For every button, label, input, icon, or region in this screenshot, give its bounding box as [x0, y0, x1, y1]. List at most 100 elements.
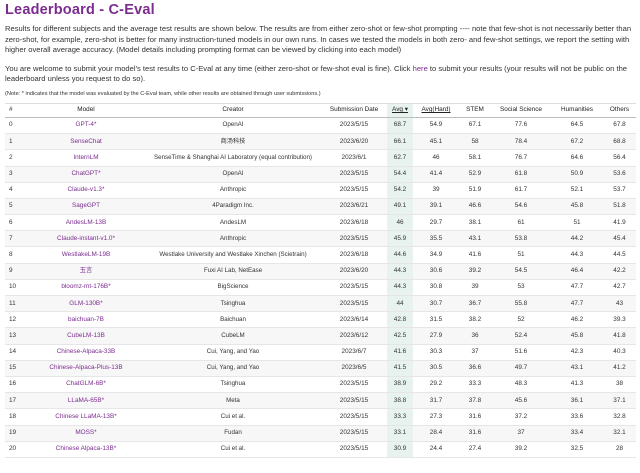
- cell-model-link[interactable]: ChatGPT*: [27, 166, 145, 183]
- cell-submission-date: 2023/6/20: [321, 263, 387, 280]
- cell-avg-hard: 28.4: [413, 425, 459, 442]
- cell-avg-hard: 54.9: [413, 117, 459, 135]
- cell-avg-hard: 30.6: [413, 263, 459, 280]
- cell-index: 4: [5, 182, 27, 199]
- cell-model-link[interactable]: 玉言: [27, 263, 145, 280]
- cell-model-link[interactable]: GLM-130B*: [27, 295, 145, 313]
- cell-index: 14: [5, 344, 27, 361]
- cell-creator: Cui et al.: [145, 441, 321, 458]
- cell-social-science: 76.7: [491, 149, 551, 167]
- submit-link[interactable]: here: [413, 64, 428, 73]
- cell-index: 19: [5, 425, 27, 442]
- cell-stem: 37.8: [459, 392, 491, 410]
- header-avg-sort[interactable]: Avg ▾: [387, 102, 413, 118]
- cell-others: 42.7: [603, 279, 636, 297]
- cell-submission-date: 2023/6/7: [321, 344, 387, 361]
- cell-index: 0: [5, 117, 27, 135]
- cell-model-link[interactable]: SenseChat: [27, 133, 145, 151]
- cell-model-link[interactable]: LLaMA-65B*: [27, 392, 145, 410]
- cell-model-link[interactable]: AndesLM-13B: [27, 214, 145, 232]
- cell-avg: 45.9: [387, 230, 413, 248]
- cell-stem: 31.6: [459, 425, 491, 442]
- cell-others: 53.7: [603, 182, 636, 199]
- cell-social-science: 52: [491, 311, 551, 329]
- cell-creator: Tsinghua: [145, 295, 321, 313]
- cell-model-link[interactable]: SageGPT: [27, 198, 145, 216]
- cell-index: 16: [5, 376, 27, 394]
- cell-submission-date: 2023/6/5: [321, 360, 387, 377]
- cell-model-link[interactable]: Chinese LLaMA-13B*: [27, 408, 145, 426]
- cell-stem: 39.2: [459, 263, 491, 280]
- cell-avg: 41.5: [387, 360, 413, 377]
- cell-humanities: 46.4: [551, 263, 603, 280]
- cell-model-link[interactable]: Chinese Alpaca-13B*: [27, 441, 145, 458]
- cell-social-science: 39.2: [491, 441, 551, 458]
- cell-humanities: 44.3: [551, 246, 603, 264]
- cell-index: 15: [5, 360, 27, 377]
- cell-model-link[interactable]: MOSS*: [27, 425, 145, 442]
- cell-social-science: 51.6: [491, 344, 551, 361]
- submit-text-before: You are welcome to submit your model's t…: [5, 63, 413, 73]
- header-stem: STEM: [459, 102, 491, 118]
- table-row: 15 Chinese-Alpaca-Plus-13B Cui, Yang, and …: [5, 360, 636, 377]
- cell-others: 44.5: [603, 246, 636, 264]
- cell-avg: 44: [387, 295, 413, 313]
- cell-social-science: 61.7: [491, 182, 551, 199]
- table-row: 0 GPT-4* OpenAI 2023/5/15 68.7 54.9 67.1 77.6 64…: [5, 117, 636, 135]
- cell-index: 20: [5, 441, 27, 458]
- table-row: 11 GLM-130B* Tsinghua 2023/5/15 44 30.7 36.7 55…: [5, 295, 636, 313]
- cell-stem: 36.7: [459, 295, 491, 313]
- cell-humanities: 67.2: [551, 133, 603, 151]
- cell-model-link[interactable]: Claude-v1.3*: [27, 182, 145, 199]
- cell-humanities: 43.1: [551, 360, 603, 377]
- cell-submission-date: 2023/5/15: [321, 392, 387, 410]
- cell-index: 8: [5, 246, 27, 264]
- cell-others: 53.6: [603, 166, 636, 183]
- table-row: 1 SenseChat 商汤科技 2023/6/20 66.1 45.1 58 78.4 67.…: [5, 133, 636, 151]
- cell-model-link[interactable]: WestlakeLM-19B: [27, 246, 145, 264]
- header-avg-hard-sort[interactable]: Avg(Hard): [413, 102, 459, 118]
- cell-stem: 67.1: [459, 117, 491, 135]
- cell-others: 32.8: [603, 408, 636, 426]
- page-title: Leaderboard - C-Eval: [5, 2, 155, 18]
- cell-creator: Cui, Yang, and Yao: [145, 344, 321, 361]
- cell-index: 7: [5, 230, 27, 248]
- cell-model-link[interactable]: Chinese-Alpaca-Plus-13B: [27, 360, 145, 377]
- cell-index: 18: [5, 408, 27, 426]
- cell-index: 5: [5, 198, 27, 216]
- cell-model-link[interactable]: GPT-4*: [27, 117, 145, 135]
- cell-stem: 58.1: [459, 149, 491, 167]
- cell-model-link[interactable]: CubeLM-13B: [27, 327, 145, 345]
- cell-submission-date: 2023/6/21: [321, 198, 387, 216]
- cell-social-science: 51: [491, 246, 551, 264]
- table-row: 19 MOSS* Fudan 2023/5/15 33.1 28.4 31.6 37 33.4 3…: [5, 425, 636, 442]
- cell-avg-hard: 31.5: [413, 311, 459, 329]
- cell-model-link[interactable]: ChatGLM-6B*: [27, 376, 145, 394]
- cell-avg-hard: 34.9: [413, 246, 459, 264]
- cell-avg-hard: 46: [413, 149, 459, 167]
- cell-model-link[interactable]: InternLM: [27, 149, 145, 167]
- cell-social-science: 61: [491, 214, 551, 232]
- table-body: 0 GPT-4* OpenAI 2023/5/15 68.7 54.9 67.1 77.6 64…: [5, 117, 636, 458]
- cell-avg-hard: 41.4: [413, 166, 459, 183]
- cell-others: 28: [603, 441, 636, 458]
- cell-model-link[interactable]: baichuan-7B: [27, 311, 145, 329]
- cell-creator: Anthropic: [145, 230, 321, 248]
- cell-model-link[interactable]: Claude-instant-v1.0*: [27, 230, 145, 248]
- cell-model-link[interactable]: Chinese-Alpaca-33B: [27, 344, 145, 361]
- header-others: Others: [603, 102, 636, 118]
- cell-social-science: 61.8: [491, 166, 551, 183]
- table-header-row: # Model Creator Submission Date Avg ▾ Av…: [5, 102, 636, 118]
- cell-avg: 30.9: [387, 441, 413, 458]
- cell-avg-hard: 39: [413, 182, 459, 199]
- cell-submission-date: 2023/5/15: [321, 279, 387, 297]
- cell-creator: Meta: [145, 392, 321, 410]
- cell-submission-date: 2023/5/15: [321, 166, 387, 183]
- cell-index: 13: [5, 327, 27, 345]
- cell-avg: 44.6: [387, 246, 413, 264]
- cell-submission-date: 2023/5/15: [321, 117, 387, 135]
- cell-social-science: 53.8: [491, 230, 551, 248]
- cell-model-link[interactable]: bloomz-mt-176B*: [27, 279, 145, 297]
- cell-others: 51.8: [603, 198, 636, 216]
- cell-stem: 52.9: [459, 166, 491, 183]
